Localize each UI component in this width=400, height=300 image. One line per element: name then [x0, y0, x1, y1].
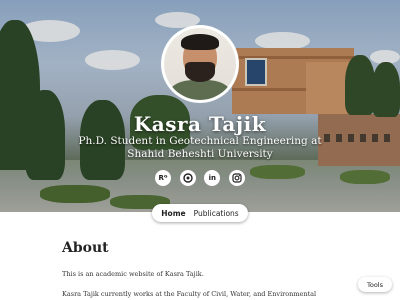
orcid-icon[interactable]: [179, 170, 196, 186]
about-heading: About: [62, 240, 109, 256]
researchgate-icon[interactable]: Rᴳ: [155, 170, 171, 186]
avatar: [161, 25, 239, 103]
main-nav: Home Publications: [152, 204, 248, 222]
profile-name: Kasra Tajik: [133, 112, 267, 136]
about-paragraph: Kasra Tajik currently works at the Facul…: [62, 290, 317, 298]
social-links: Rᴳ in: [155, 170, 245, 186]
nav-home[interactable]: Home: [161, 209, 185, 218]
profile-subtitle: Ph.D. Student in Geotechnical Engineerin…: [78, 135, 322, 160]
about-paragraph: This is an academic website of Kasra Taj…: [62, 270, 204, 278]
tools-button[interactable]: Tools: [358, 277, 392, 292]
profile-photo: [164, 28, 236, 100]
instagram-icon[interactable]: [228, 170, 245, 186]
nav-publications[interactable]: Publications: [194, 209, 239, 218]
linkedin-icon[interactable]: in: [204, 170, 221, 186]
